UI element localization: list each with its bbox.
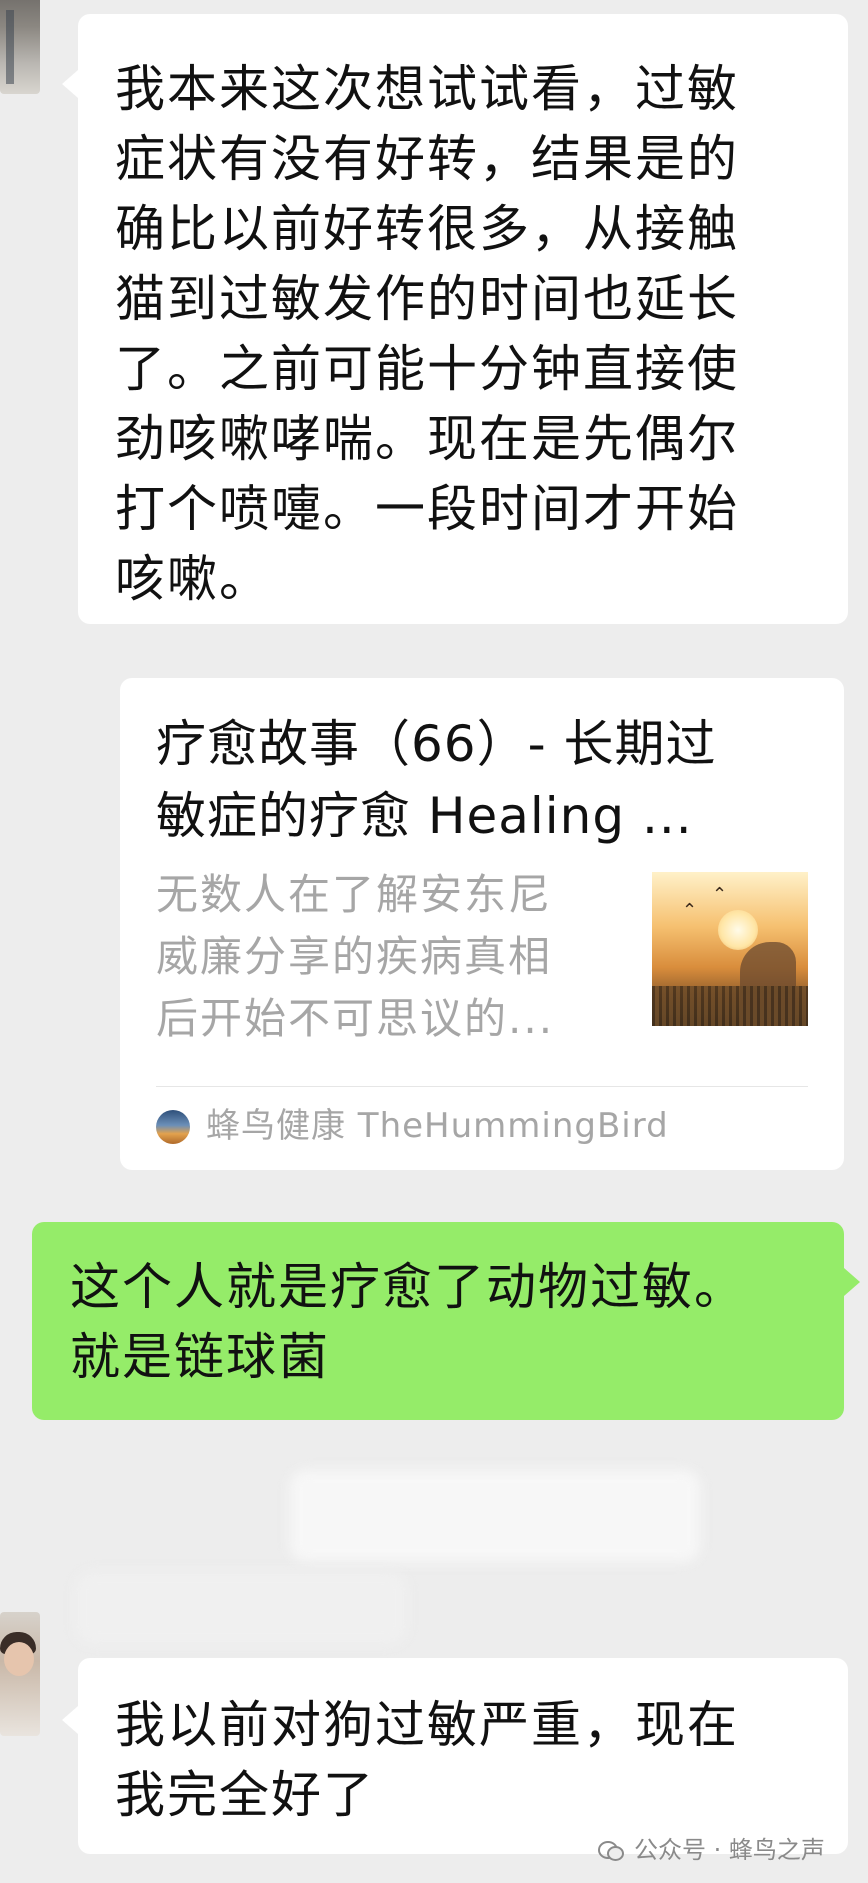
message-bubble-incoming[interactable]: 我本来这次想试试看，过敏 症状有没有好转，结果是的 确比以前好转很多，从接触 猫…: [62, 14, 848, 624]
redacted-area: [76, 1572, 406, 1644]
article-description: 无数人在了解安东尼 威廉分享的疾病真相 后开始不可思议的...: [156, 870, 555, 1043]
bubble-tail: [62, 70, 78, 98]
message-bubble-outgoing[interactable]: 这个人就是疗愈了动物过敏。 就是链球菌: [32, 1222, 860, 1420]
redacted-area: [290, 1470, 700, 1562]
bubble-tail: [844, 1268, 860, 1296]
sender-avatar[interactable]: [0, 1612, 40, 1736]
sender-avatar[interactable]: [0, 0, 40, 94]
message-text: 我本来这次想试试看，过敏 症状有没有好转，结果是的 确比以前好转很多，从接触 猫…: [115, 60, 739, 608]
article-thumbnail: ⌃ ⌃: [652, 872, 808, 1026]
message-text: 这个人就是疗愈了动物过敏。 就是链球菌: [70, 1258, 746, 1386]
bubble-tail: [62, 1706, 78, 1734]
card-divider: [156, 1086, 808, 1087]
account-avatar-icon: [156, 1110, 190, 1144]
watermark: 公众号 · 蜂鸟之声: [598, 1834, 825, 1866]
watermark-text: 公众号 · 蜂鸟之声: [634, 1836, 825, 1864]
message-bubble-incoming[interactable]: 我以前对狗过敏严重，现在 我完全好了: [62, 1658, 848, 1854]
message-text: 我以前对狗过敏严重，现在 我完全好了: [115, 1696, 739, 1824]
article-title: 疗愈故事（66）- 长期过 敏症的疗愈 Healing ...: [156, 715, 717, 845]
shared-article-card[interactable]: 疗愈故事（66）- 长期过 敏症的疗愈 Healing ... 无数人在了解安东…: [120, 678, 844, 1170]
wechat-official-account-icon: [598, 1839, 624, 1861]
article-source: 蜂鸟健康 TheHummingBird: [206, 1106, 669, 1146]
